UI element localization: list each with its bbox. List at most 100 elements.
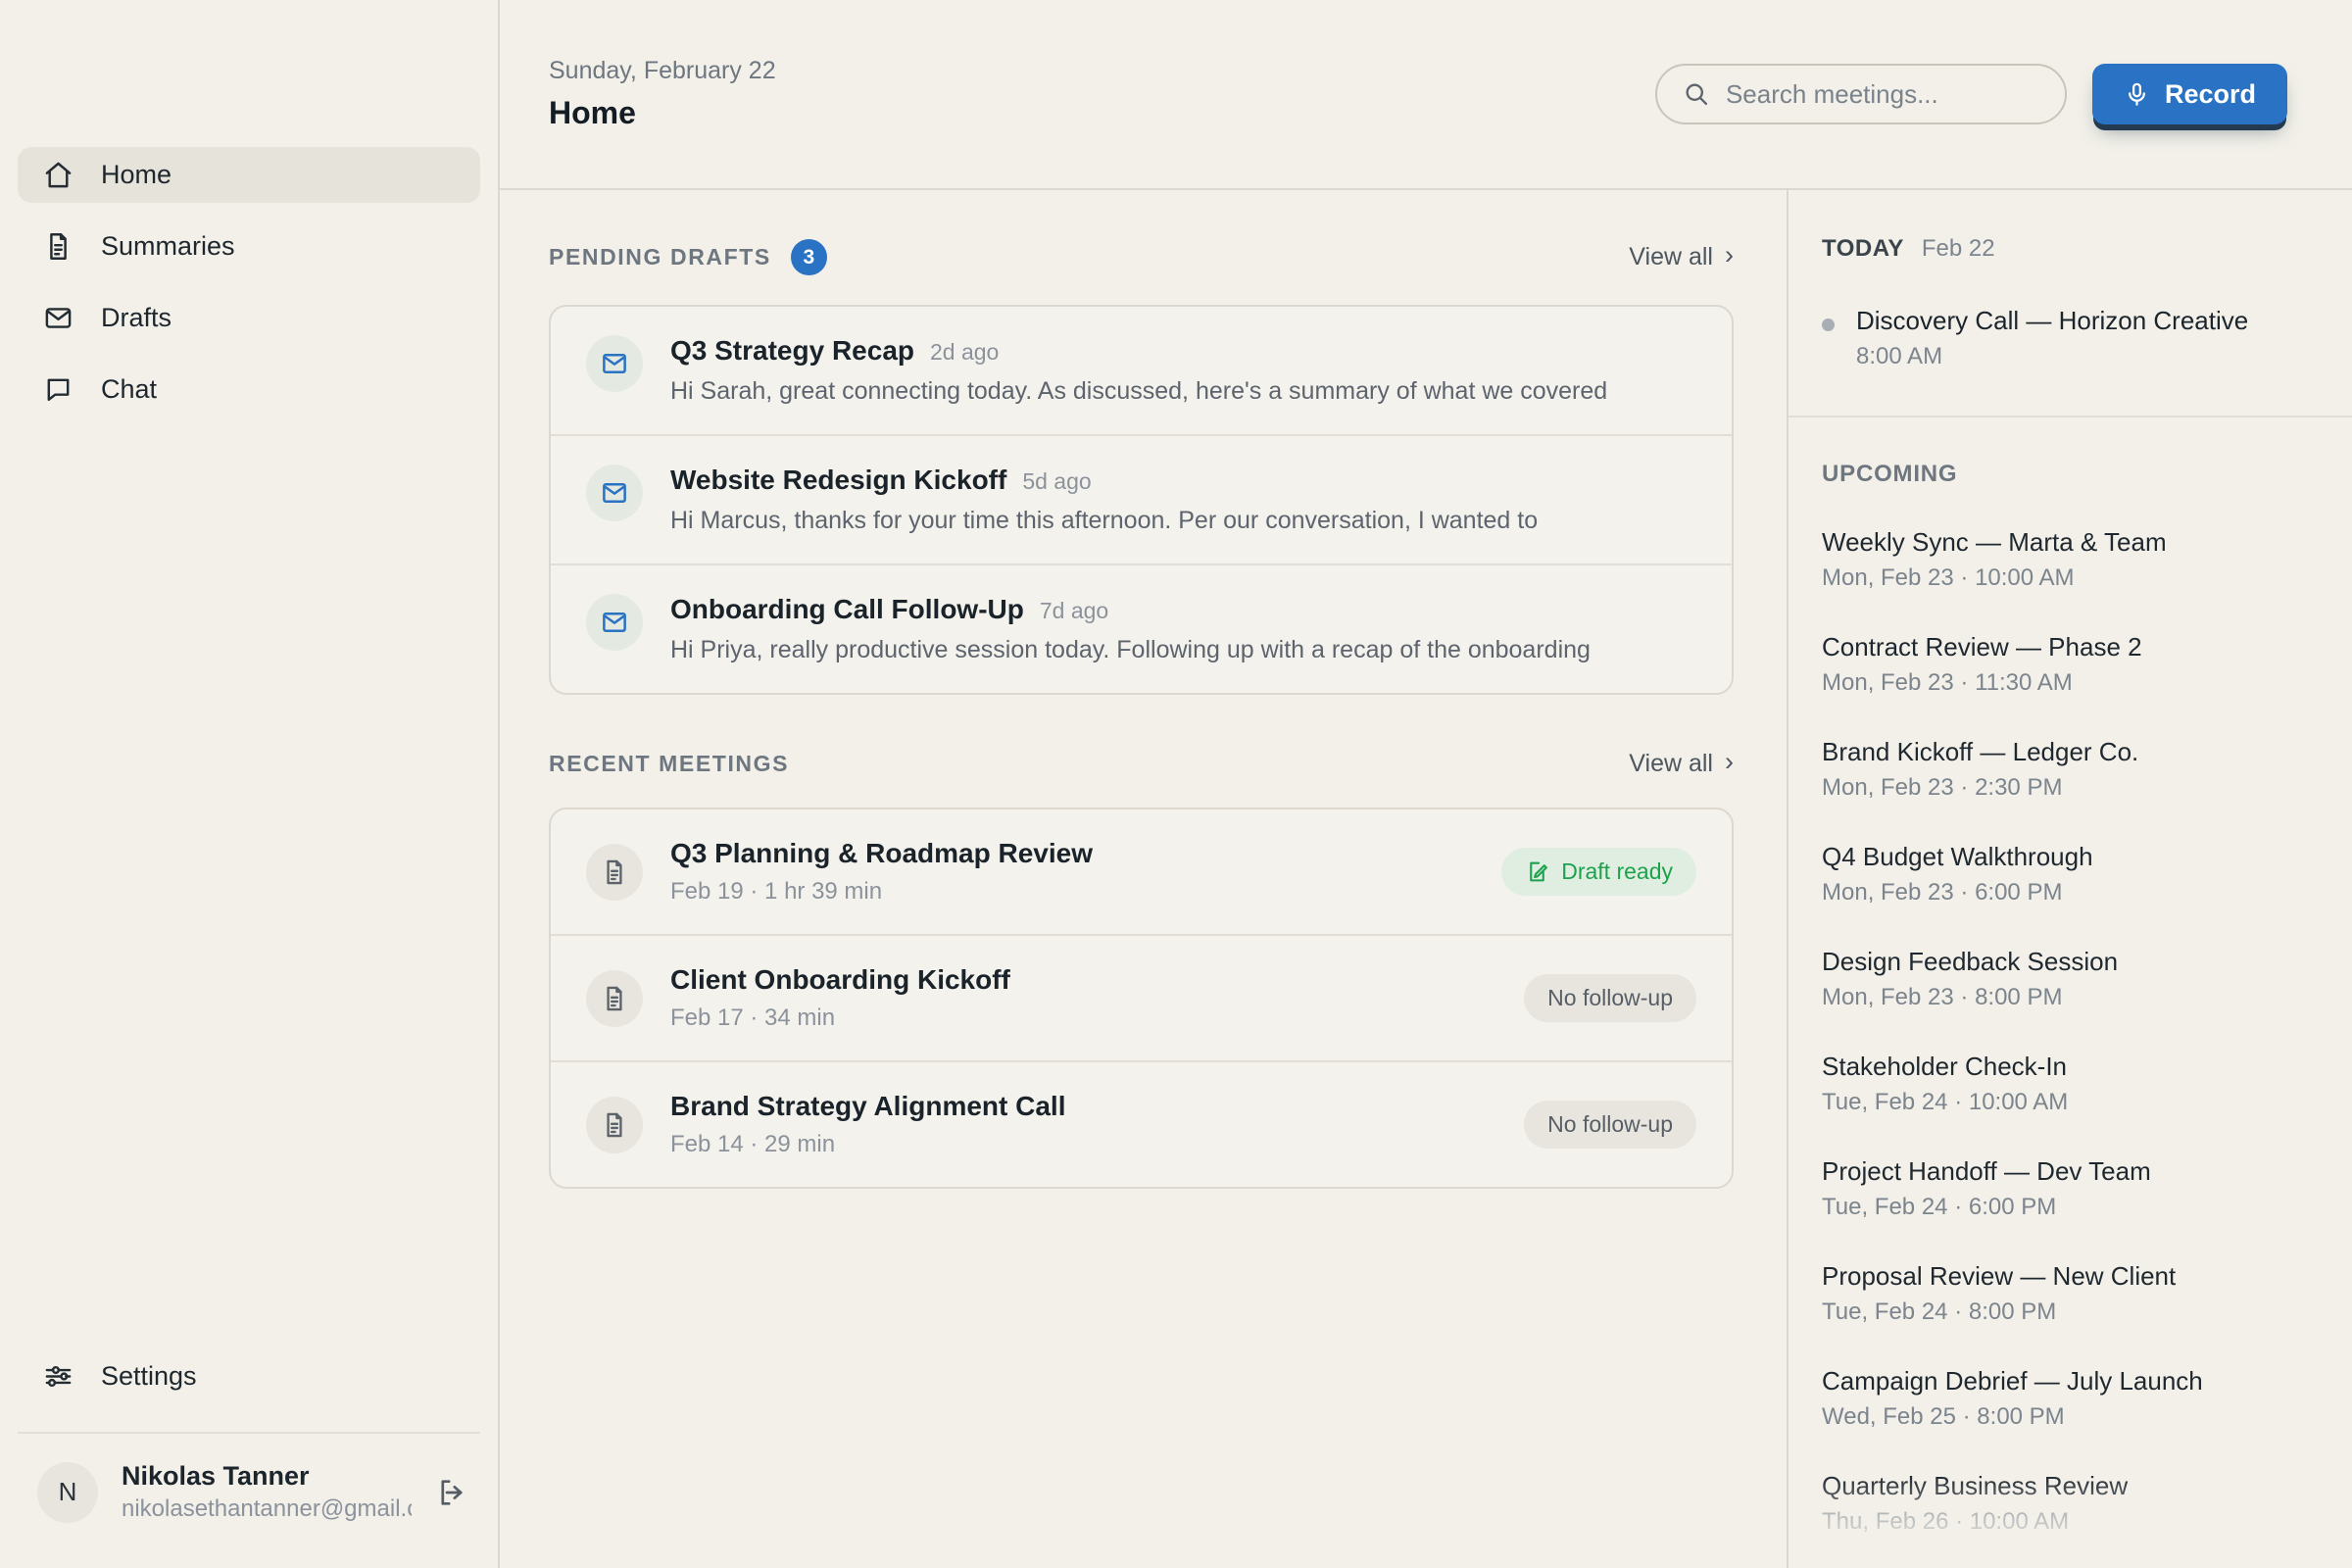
event-dot xyxy=(1822,318,1835,331)
today-header: TODAY Feb 22 xyxy=(1822,235,2313,263)
upcoming-title: Q4 Budget Walkthrough xyxy=(1822,842,2313,872)
record-button[interactable]: Record xyxy=(2092,64,2287,124)
schedule-panel: TODAY Feb 22 Discovery Call — Horizon Cr… xyxy=(1787,190,2352,1568)
meeting-title: Client Onboarding Kickoff xyxy=(670,964,1496,996)
sidebar-nav: Home Summaries Drafts Chat xyxy=(0,147,498,417)
sidebar: Home Summaries Drafts Chat Settings xyxy=(0,0,500,1568)
envelope-icon xyxy=(600,608,629,637)
upcoming-item[interactable]: Design Feedback Session Mon, Feb 23 · 8:… xyxy=(1822,947,2313,1011)
draft-title-line: Onboarding Call Follow-Up 7d ago xyxy=(670,594,1696,625)
draft-item[interactable]: Q3 Strategy Recap 2d ago Hi Sarah, great… xyxy=(551,307,1732,434)
sliders-icon xyxy=(43,1361,74,1392)
draft-age: 2d ago xyxy=(930,339,999,366)
upcoming-list: Weekly Sync — Marta & Team Mon, Feb 23 ·… xyxy=(1822,527,2313,1568)
logout-icon[interactable] xyxy=(435,1476,468,1509)
meeting-icon-circle xyxy=(586,1097,643,1153)
chevron-right-icon: › xyxy=(1725,242,1734,269)
search-input[interactable] xyxy=(1726,79,2039,110)
draft-title-line: Q3 Strategy Recap 2d ago xyxy=(670,335,1696,367)
upcoming-time: Wed, Feb 25 · 8:00 PM xyxy=(1822,1403,2313,1431)
search-box[interactable] xyxy=(1655,64,2067,124)
meeting-item[interactable]: Brand Strategy Alignment Call Feb 14 · 2… xyxy=(551,1060,1732,1187)
sidebar-item-drafts[interactable]: Drafts xyxy=(18,290,480,346)
draft-age: 7d ago xyxy=(1040,598,1108,624)
pending-drafts-title-group: PENDING DRAFTS 3 xyxy=(549,239,827,275)
upcoming-time: Thu, Feb 26 · 10:00 AM xyxy=(1822,1508,2313,1536)
meeting-body: Q3 Planning & Roadmap Review Feb 19 · 1 … xyxy=(670,838,1474,906)
status-badge-no-follow-up: No follow-up xyxy=(1524,1101,1696,1149)
upcoming-item[interactable]: Brand Kickoff — Ledger Co. Mon, Feb 23 ·… xyxy=(1822,737,2313,802)
upcoming-item[interactable]: Q4 Budget Walkthrough Mon, Feb 23 · 6:00… xyxy=(1822,842,2313,906)
upcoming-item[interactable]: Project Handoff — Dev Team Tue, Feb 24 ·… xyxy=(1822,1156,2313,1221)
draft-item[interactable]: Onboarding Call Follow-Up 7d ago Hi Priy… xyxy=(551,564,1732,693)
upcoming-item[interactable]: Weekly Sync — Marta & Team Mon, Feb 23 ·… xyxy=(1822,527,2313,592)
pending-drafts-header: PENDING DRAFTS 3 View all › xyxy=(549,239,1734,275)
draft-body: Onboarding Call Follow-Up 7d ago Hi Priy… xyxy=(670,594,1696,664)
envelope-icon xyxy=(43,303,74,333)
recent-meetings-view-all[interactable]: View all › xyxy=(1629,750,1734,778)
upcoming-item[interactable]: Contract Review — Phase 2 Mon, Feb 23 · … xyxy=(1822,632,2313,697)
document-icon xyxy=(601,1111,628,1139)
recent-meetings-label: RECENT MEETINGS xyxy=(549,751,789,777)
meeting-meta: Feb 19 · 1 hr 39 min xyxy=(670,878,1474,906)
user-row[interactable]: N Nikolas Tanner nikolasethantanner@gmai… xyxy=(0,1434,498,1523)
sidebar-item-chat[interactable]: Chat xyxy=(18,362,480,417)
draft-body: Website Redesign Kickoff 5d ago Hi Marcu… xyxy=(670,465,1696,535)
view-all-label: View all xyxy=(1629,243,1713,271)
envelope-icon xyxy=(600,478,629,508)
view-all-label: View all xyxy=(1629,750,1713,778)
header: Sunday, February 22 Home Record xyxy=(500,0,2352,190)
upcoming-item[interactable]: Quarterly Business Review Thu, Feb 26 · … xyxy=(1822,1471,2313,1536)
draft-body: Q3 Strategy Recap 2d ago Hi Sarah, great… xyxy=(670,335,1696,406)
document-icon xyxy=(601,985,628,1012)
recent-meetings-header: RECENT MEETINGS View all › xyxy=(549,750,1734,778)
upcoming-time: Tue, Feb 24 · 6:00 PM xyxy=(1822,1194,2313,1221)
draft-preview: Hi Marcus, thanks for your time this aft… xyxy=(670,507,1696,535)
sidebar-item-label: Drafts xyxy=(101,303,172,333)
today-event[interactable]: Discovery Call — Horizon Creative 8:00 A… xyxy=(1822,306,2313,370)
upcoming-item[interactable]: Stakeholder Check-In Tue, Feb 24 · 10:00… xyxy=(1822,1052,2313,1116)
pending-drafts-card: Q3 Strategy Recap 2d ago Hi Sarah, great… xyxy=(549,305,1734,695)
sidebar-spacer xyxy=(0,417,498,1348)
sidebar-item-label: Home xyxy=(101,160,172,190)
event-time: 8:00 AM xyxy=(1856,343,2248,370)
meeting-title: Brand Strategy Alignment Call xyxy=(670,1091,1496,1122)
upcoming-title: Quarterly Business Review xyxy=(1822,1471,2313,1501)
header-date: Sunday, February 22 xyxy=(549,57,776,85)
draft-item[interactable]: Website Redesign Kickoff 5d ago Hi Marcu… xyxy=(551,434,1732,564)
page-title: Home xyxy=(549,95,776,131)
upcoming-label: UPCOMING xyxy=(1822,461,2313,488)
user-email: nikolasethantanner@gmail.com xyxy=(122,1495,412,1523)
draft-icon-circle xyxy=(586,594,643,651)
user-name: Nikolas Tanner xyxy=(122,1461,412,1492)
sidebar-item-settings[interactable]: Settings xyxy=(0,1348,498,1404)
upcoming-title: Campaign Debrief — July Launch xyxy=(1822,1366,2313,1396)
avatar: N xyxy=(37,1462,98,1523)
draft-title: Onboarding Call Follow-Up xyxy=(670,594,1024,625)
main-column: PENDING DRAFTS 3 View all › xyxy=(500,190,1787,1568)
today-date: Feb 22 xyxy=(1922,235,1995,263)
pending-drafts-view-all[interactable]: View all › xyxy=(1629,243,1734,271)
today-event-body: Discovery Call — Horizon Creative 8:00 A… xyxy=(1856,306,2248,370)
sidebar-item-summaries[interactable]: Summaries xyxy=(18,219,480,274)
draft-age: 5d ago xyxy=(1022,468,1091,495)
event-title: Discovery Call — Horizon Creative xyxy=(1856,306,2248,336)
sidebar-item-home[interactable]: Home xyxy=(18,147,480,203)
section-gap xyxy=(549,695,1734,750)
upcoming-item[interactable]: Proposal Review — New Client Tue, Feb 24… xyxy=(1822,1261,2313,1326)
aside-divider xyxy=(1788,416,2352,417)
upcoming-title: Proposal Review — New Client xyxy=(1822,1261,2313,1292)
draft-icon-circle xyxy=(586,335,643,392)
sidebar-item-label: Summaries xyxy=(101,231,235,262)
meeting-body: Brand Strategy Alignment Call Feb 14 · 2… xyxy=(670,1091,1496,1158)
upcoming-title: Project Handoff — Dev Team xyxy=(1822,1156,2313,1187)
status-badge-draft-ready[interactable]: Draft ready xyxy=(1501,848,1696,896)
meeting-item[interactable]: Client Onboarding Kickoff Feb 17 · 34 mi… xyxy=(551,934,1732,1060)
document-icon xyxy=(601,858,628,886)
upcoming-item[interactable]: Campaign Debrief — July Launch Wed, Feb … xyxy=(1822,1366,2313,1431)
envelope-icon xyxy=(600,349,629,378)
draft-icon-circle xyxy=(586,465,643,521)
meeting-item[interactable]: Q3 Planning & Roadmap Review Feb 19 · 1 … xyxy=(551,809,1732,934)
header-right: Record xyxy=(1655,64,2287,124)
sidebar-item-label: Chat xyxy=(101,374,157,405)
